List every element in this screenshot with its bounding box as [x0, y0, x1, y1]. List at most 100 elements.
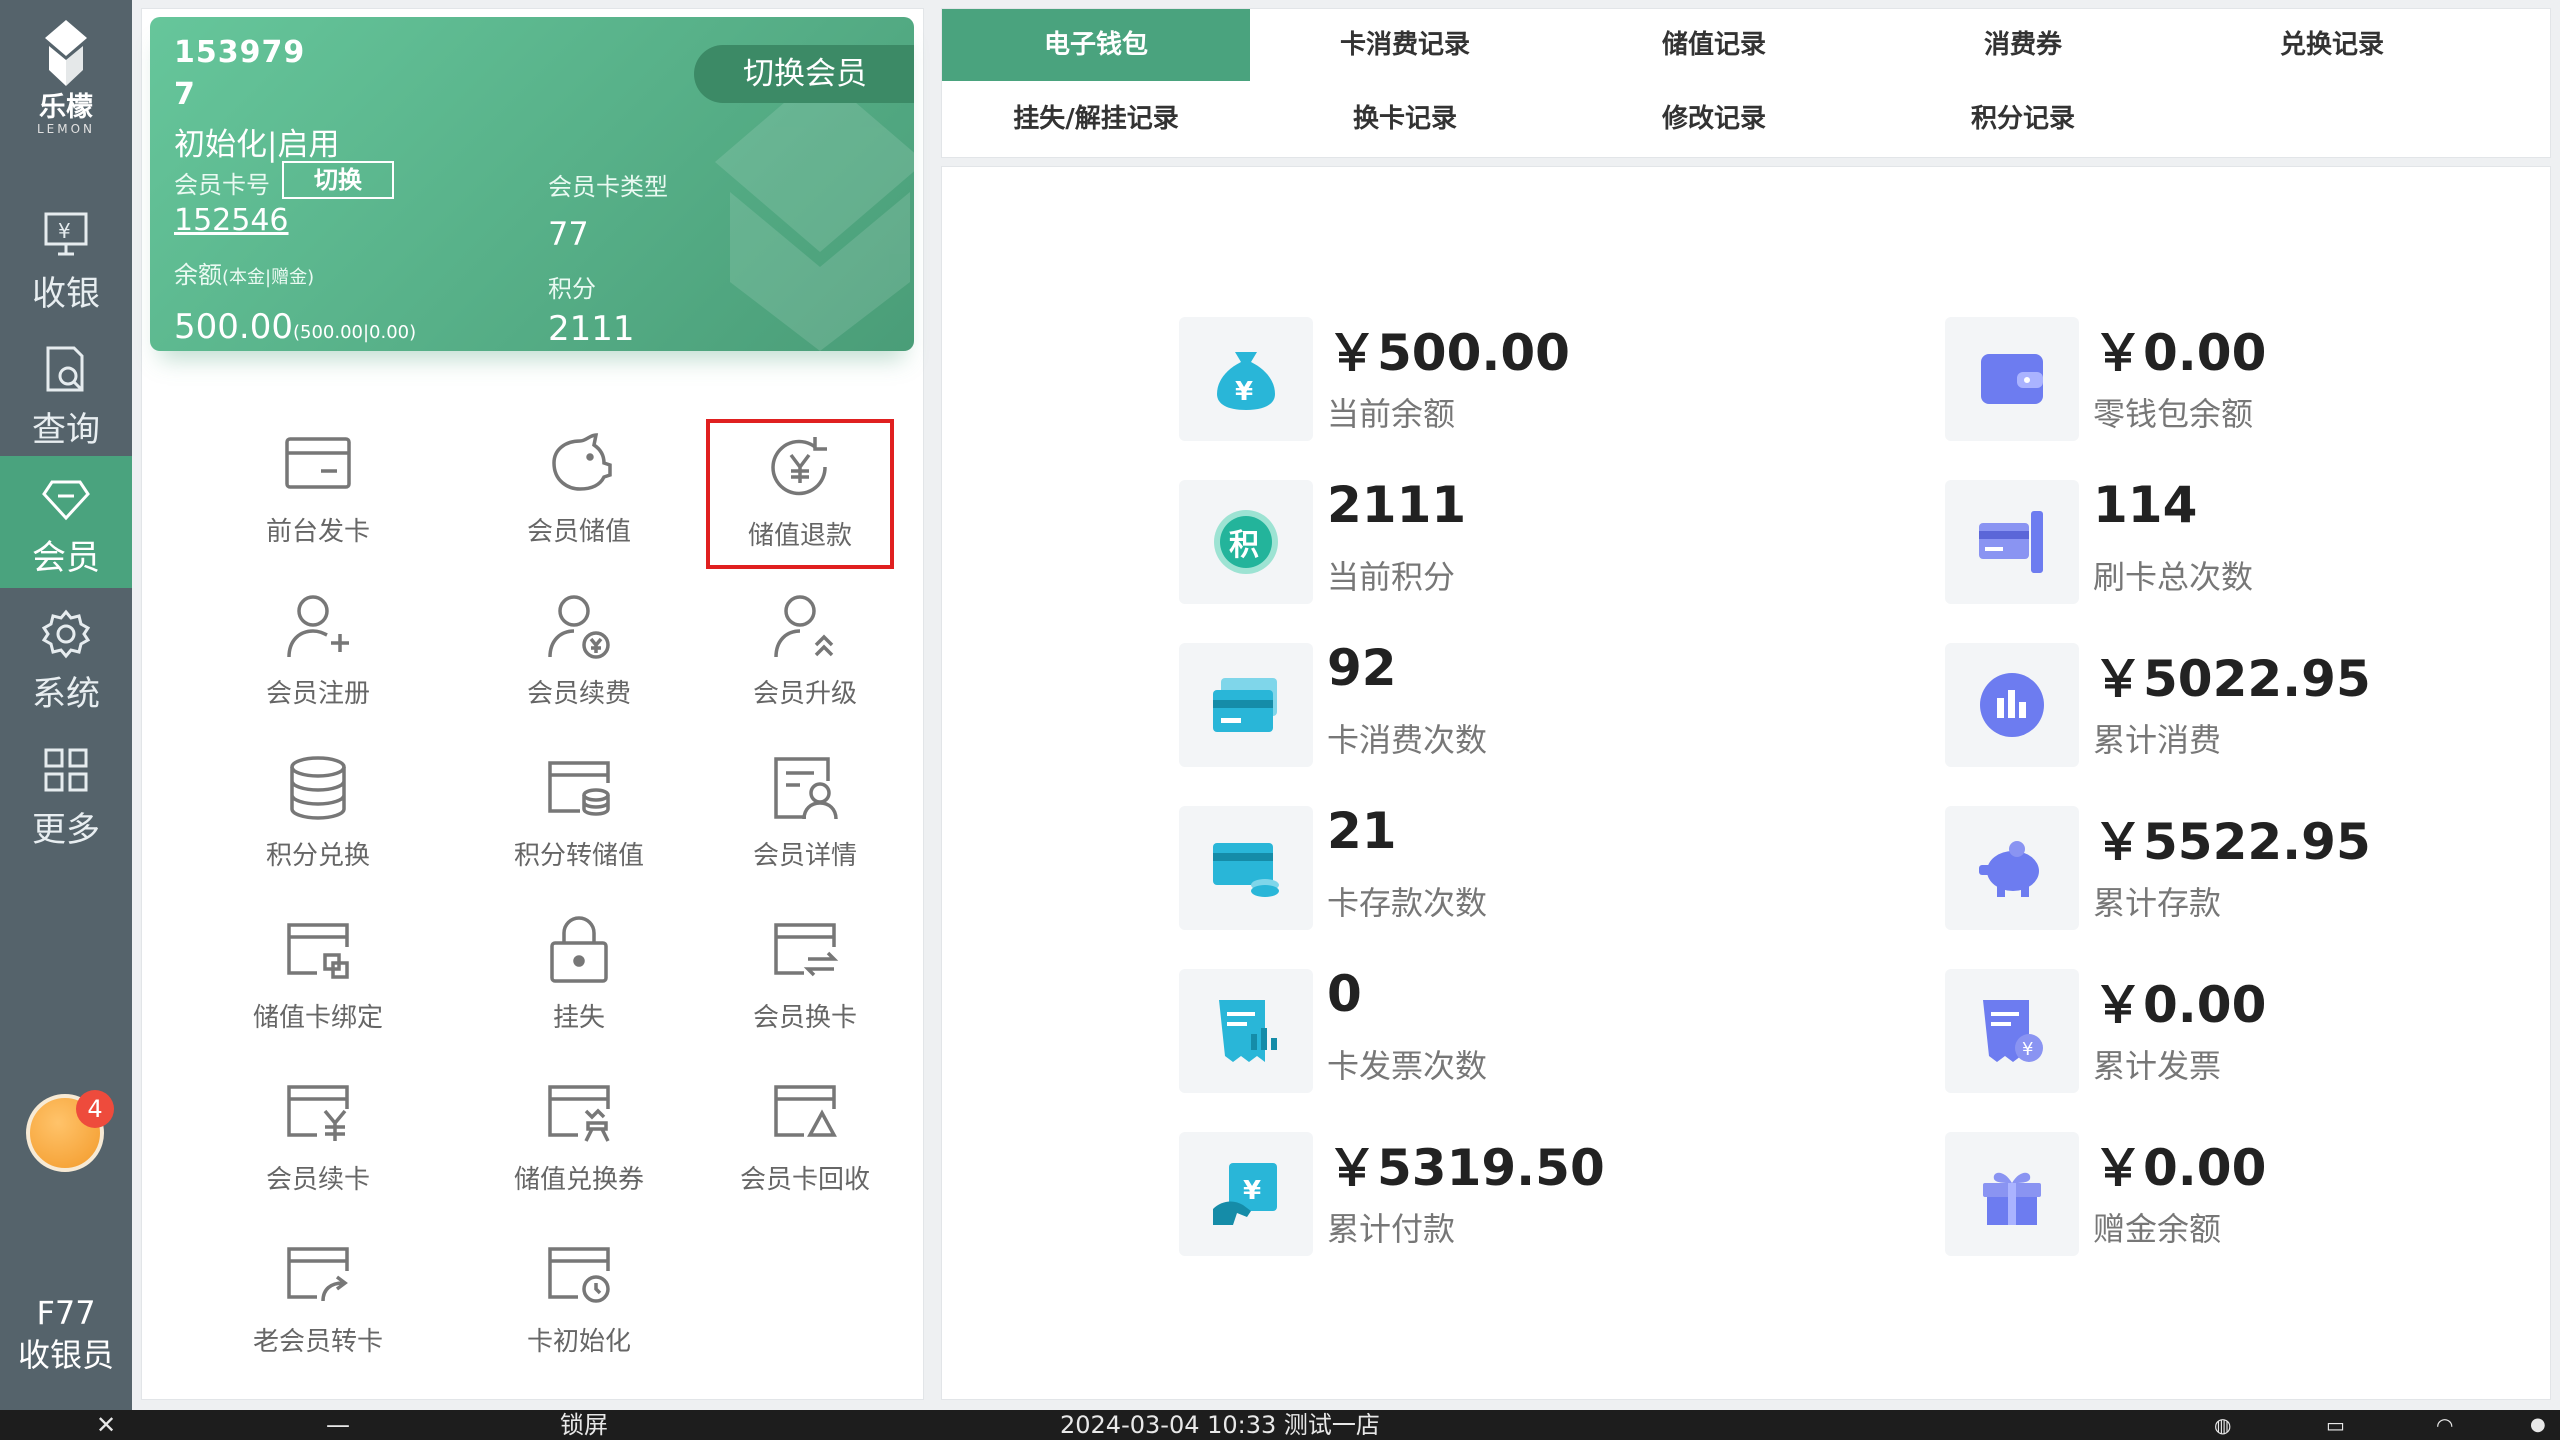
- stat-swipe-count: 114 刷卡总次数: [1945, 476, 2545, 606]
- stat-invoice-count: 0 卡发票次数: [1179, 965, 1779, 1095]
- tab-modify-record[interactable]: 修改记录: [1560, 83, 1868, 155]
- balance-label: 余额(本金|赠金): [174, 261, 315, 289]
- member-status: 初始化|启用: [174, 127, 340, 163]
- tab-card-consume[interactable]: 卡消费记录: [1251, 9, 1559, 81]
- bar-chart-icon: [1980, 673, 2044, 737]
- member-card: 153979 7 初始化|启用 会员卡号 切换 152546 余额(本金|赠金)…: [150, 17, 914, 351]
- stat-gift-balance: ￥0.00 赠金余额: [1945, 1132, 2545, 1258]
- nav-label: 收银: [32, 274, 100, 314]
- cards-icon: [1213, 678, 1277, 732]
- card-init-icon: [548, 1247, 610, 1303]
- func-member-deposit[interactable]: 会员储值: [479, 429, 679, 579]
- card-recycle-icon: [774, 1085, 837, 1137]
- func-card-recycle[interactable]: 会员卡回收: [705, 1077, 905, 1227]
- grid-more-icon: [44, 748, 88, 792]
- func-card-renew[interactable]: 会员续卡: [218, 1077, 418, 1227]
- func-member-register[interactable]: 会员注册: [218, 591, 418, 741]
- func-points-to-deposit[interactable]: 积分转储值: [479, 753, 679, 903]
- user-upgrade-icon: [774, 595, 834, 658]
- cashier-role: 收银员: [17, 1336, 114, 1374]
- func-member-detail[interactable]: 会员详情: [705, 753, 905, 903]
- card-no-label: 会员卡号: [174, 171, 270, 199]
- nav-label: 更多: [32, 810, 100, 850]
- close-icon[interactable]: ✕: [96, 1410, 116, 1440]
- notification-bell-icon[interactable]: 4: [26, 1090, 114, 1172]
- tab-coupons[interactable]: 消费券: [1869, 9, 2177, 81]
- tab-deposit-record[interactable]: 储值记录: [1560, 9, 1868, 81]
- nav-item-system[interactable]: 系统: [0, 592, 132, 724]
- globe-icon[interactable]: ◍: [2214, 1410, 2231, 1440]
- card-no[interactable]: 152546: [174, 203, 289, 238]
- func-report-loss[interactable]: 挂失: [479, 915, 679, 1065]
- svg-text:¥: ¥: [2022, 1039, 2033, 1060]
- user-add-icon: [287, 595, 349, 658]
- func-card-bind[interactable]: 储值卡绑定: [218, 915, 418, 1065]
- wifi-icon: ◠: [2436, 1413, 2454, 1437]
- user-yuan-icon: [548, 595, 610, 659]
- stat-total-consume: ￥5022.95 累计消费: [1945, 643, 2545, 769]
- cashier-info: F77 收银员: [0, 1292, 132, 1376]
- card-icon: [285, 437, 351, 489]
- nav-item-cashier[interactable]: ¥ 收银: [0, 192, 132, 324]
- card-renew-icon: [287, 1085, 349, 1141]
- card-coins-icon: [548, 761, 610, 816]
- database-icon: [290, 756, 346, 820]
- func-member-card-swap[interactable]: 会员换卡: [705, 915, 905, 1065]
- points-value: 2111: [548, 309, 635, 349]
- stat-change-wallet: ￥0.00 零钱包余额: [1945, 317, 2545, 443]
- stat-current-balance: ¥ ￥500.00 当前余额: [1179, 317, 1779, 443]
- switch-member-button[interactable]: 切换会员: [694, 45, 914, 103]
- yuan-refund-icon: [771, 437, 827, 496]
- card-type-label: 会员卡类型: [548, 173, 668, 201]
- stat-total-payment: ¥ ￥5319.50 累计付款: [1179, 1132, 1779, 1258]
- func-card-init[interactable]: 卡初始化: [479, 1239, 679, 1389]
- points-icon: 积: [1214, 510, 1278, 574]
- tab-points-record[interactable]: 积分记录: [1869, 83, 2177, 155]
- tab-card-swap-record[interactable]: 换卡记录: [1251, 83, 1559, 155]
- func-old-member-transfer[interactable]: 老会员转卡: [218, 1239, 418, 1389]
- member-diamond-icon: [42, 480, 90, 521]
- monitor-icon[interactable]: ▭: [2326, 1410, 2345, 1440]
- brand-name-en: LEMON: [36, 122, 96, 136]
- func-member-upgrade[interactable]: 会员升级: [705, 591, 905, 741]
- nav-item-query[interactable]: 查询: [0, 328, 132, 460]
- func-deposit-to-coupon[interactable]: 储值兑换券: [479, 1077, 679, 1227]
- func-member-renew[interactable]: 会员续费: [479, 591, 679, 741]
- query-icon: [46, 346, 84, 392]
- card-swipe-icon: [1979, 511, 2043, 573]
- user-detail-icon: [774, 757, 838, 820]
- member-phone: 153979: [174, 35, 306, 70]
- tab-loss-record[interactable]: 挂失/解挂记录: [942, 83, 1250, 155]
- lock-screen-button[interactable]: 锁屏: [560, 1410, 608, 1440]
- minimize-icon[interactable]: —: [326, 1410, 350, 1440]
- nav-item-more[interactable]: 更多: [0, 728, 132, 860]
- wallet-icon: [1981, 354, 2043, 404]
- lock-icon: [550, 916, 608, 983]
- notification-badge: 4: [76, 1090, 114, 1128]
- tab-exchange-record[interactable]: 兑换记录: [2178, 9, 2486, 81]
- stat-total-deposit: ￥5522.95 累计存款: [1945, 806, 2545, 932]
- piggy-icon: [1979, 841, 2039, 897]
- stat-card-consume-count: 92 卡消费次数: [1179, 639, 1779, 769]
- record-tabs: 电子钱包 卡消费记录 储值记录 消费券 兑换记录 挂失/解挂记录 换卡记录 修改…: [941, 8, 2551, 158]
- balance-value: 500.00(500.00|0.00): [174, 307, 417, 347]
- gift-icon: [1983, 1172, 2041, 1225]
- card-transfer-icon: [287, 1247, 349, 1302]
- brand-name: 乐檬: [39, 92, 93, 123]
- tab-e-wallet[interactable]: 电子钱包: [942, 9, 1250, 81]
- nav-label: 查询: [32, 410, 100, 450]
- func-issue-card[interactable]: 前台发卡: [218, 429, 418, 579]
- receipt-icon: [1219, 1000, 1277, 1062]
- func-deposit-refund[interactable]: 储值退款: [706, 419, 894, 569]
- stat-current-points: 积 2111 当前积分: [1179, 476, 1779, 606]
- card-deposit-icon: [1213, 843, 1279, 897]
- card-bind-icon: [287, 923, 349, 979]
- card-exchange-icon: [548, 1085, 610, 1142]
- switch-card-button[interactable]: 切换: [282, 161, 394, 199]
- status-bar: ✕ — 锁屏 2024-03-04 10:33 测试一店 ◍ ▭ ◠ ●: [0, 1410, 2560, 1440]
- lemon-logo-icon: [45, 20, 87, 86]
- nav-item-member[interactable]: 会员: [0, 456, 132, 588]
- dot-icon: ●: [2530, 1414, 2546, 1435]
- func-points-exchange[interactable]: 积分兑换: [218, 753, 418, 903]
- nav-label: 系统: [32, 674, 100, 714]
